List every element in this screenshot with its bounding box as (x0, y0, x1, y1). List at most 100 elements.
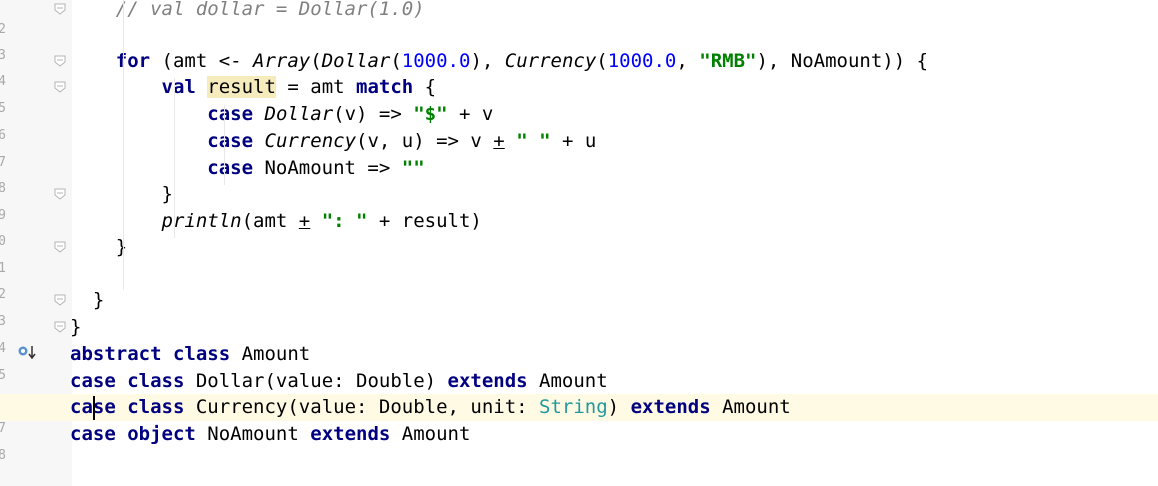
code-line[interactable] (0, 261, 1158, 288)
code-token: Array (253, 50, 311, 72)
code-line[interactable]: } (0, 287, 1158, 314)
code-token: 1000.0 (607, 50, 677, 72)
code-token: } (70, 289, 105, 311)
code-token: Currency (504, 50, 597, 72)
code-line[interactable] (0, 448, 1158, 475)
code-line-text: println(amt + ": " + result) (70, 208, 482, 235)
code-token: ), NoAmount)) { (756, 50, 929, 72)
code-token: , (676, 50, 700, 72)
code-token: " " (516, 130, 551, 152)
code-token: "$" (413, 103, 448, 125)
code-token: ( (310, 50, 322, 72)
code-token: extends (630, 396, 711, 418)
code-token: class (127, 396, 185, 418)
code-token: 1000.0 (401, 50, 471, 72)
code-line[interactable]: case object NoAmount extends Amount (0, 421, 1158, 448)
code-line-text: case Dollar(v) => "$" + v (70, 101, 493, 128)
code-token: = amt (275, 76, 357, 98)
code-token: NoAmount (195, 423, 311, 445)
code-line-text: case class Currency(value: Double, unit:… (70, 394, 791, 421)
code-token: match (356, 76, 414, 98)
indent-guide (174, 78, 175, 238)
code-token: Currency(value: Double, unit: (184, 396, 540, 418)
code-line-text: case object NoAmount extends Amount (70, 421, 470, 448)
code-line-text: for (amt <- Array(Dollar(1000.0), Curren… (70, 48, 928, 75)
code-token: + u (550, 130, 597, 152)
code-line-text: } (70, 314, 81, 341)
implemented-marker-icon[interactable] (18, 345, 40, 365)
code-token: val (161, 76, 196, 98)
code-token: (amt <- (150, 50, 254, 72)
code-token: Dollar (321, 50, 391, 72)
code-token: } (70, 316, 82, 338)
code-token: Currency (264, 130, 357, 152)
code-token: ": " (321, 210, 368, 232)
indent-guide (224, 105, 225, 185)
code-token: + (493, 130, 505, 152)
code-line[interactable]: for (amt <- Array(Dollar(1000.0), Curren… (0, 48, 1158, 75)
code-token: } (70, 183, 173, 205)
code-token: NoAmount => (253, 157, 402, 179)
code-token: "" (401, 157, 425, 179)
code-line[interactable]: // val dollar = Dollar(1.0) (0, 0, 1158, 23)
code-token: case (207, 130, 254, 152)
code-token: object (127, 423, 196, 445)
indent-guide (123, 0, 124, 290)
code-line-text: case Currency(v, u) => v + " " + u (70, 128, 596, 155)
code-token: ( (596, 50, 608, 72)
code-token: + (298, 210, 311, 232)
code-line-text: } (70, 287, 104, 314)
text-caret (93, 396, 95, 420)
code-token: Amount (527, 370, 608, 392)
code-token: (amt (241, 210, 299, 232)
code-token: case (207, 103, 254, 125)
code-token: ), (470, 50, 505, 72)
code-token: result (207, 76, 276, 98)
code-token: "RMB" (699, 50, 757, 72)
code-token: extends (447, 370, 528, 392)
code-token: } (70, 236, 128, 258)
code-line[interactable]: case class Currency(value: Double, unit:… (0, 394, 1158, 421)
code-editor[interactable]: 23456789012345678 // val dollar = Dollar… (0, 0, 1158, 486)
code-line[interactable]: case class Dollar(value: Double) extends… (0, 368, 1158, 395)
code-token: Amount (230, 343, 311, 365)
code-token: + result) (367, 210, 482, 232)
code-token: String (539, 396, 608, 418)
code-token: Dollar(value: Double) (184, 370, 448, 392)
code-token: + v (447, 103, 494, 125)
code-token: abstract (70, 343, 162, 365)
code-line-text: case class Dollar(value: Double) extends… (70, 368, 608, 395)
code-line-text: } (70, 181, 173, 208)
code-token: case (70, 423, 116, 445)
code-line-text: val result = amt match { (70, 74, 436, 101)
code-line-text: abstract class Amount (70, 341, 310, 368)
code-token: Dollar (264, 103, 334, 125)
code-line[interactable] (0, 22, 1158, 49)
code-token: (v) => (333, 103, 414, 125)
code-token: // val dollar = Dollar(1.0) (115, 0, 425, 20)
code-line[interactable]: } (0, 314, 1158, 341)
code-token: class (172, 343, 231, 365)
code-token: ) (607, 396, 631, 418)
code-line[interactable]: abstract class Amount (0, 341, 1158, 368)
code-token: Amount (390, 423, 471, 445)
code-token: case (70, 370, 116, 392)
code-token: class (127, 370, 185, 392)
code-token: Amount (710, 396, 791, 418)
